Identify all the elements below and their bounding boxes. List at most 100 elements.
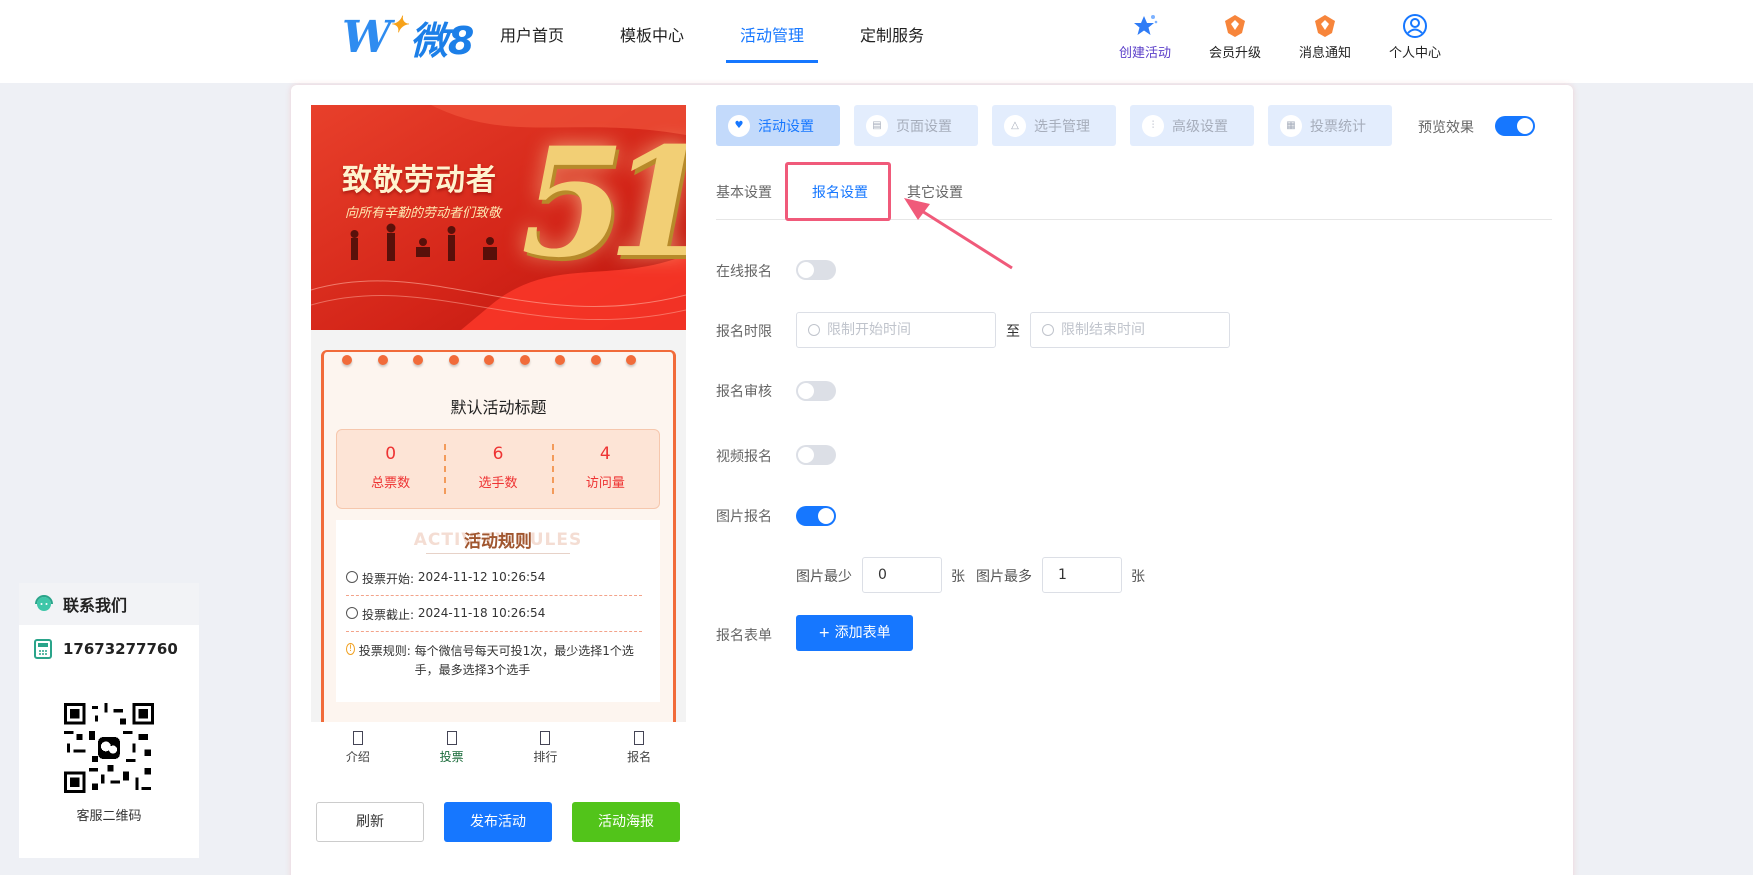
top-header: W✦ 微8 用户首页 模板中心 活动管理 定制服务 创建活动 会员升级 消息通知 xyxy=(0,0,1753,83)
member-upgrade-label: 会员升级 xyxy=(1208,46,1261,61)
vote-end-value: 2024-11-18 10:26:54 xyxy=(417,606,546,620)
end-time-placeholder: 限制结束时间 xyxy=(1061,322,1145,338)
video-signup-toggle[interactable] xyxy=(796,445,836,465)
notify-badge-icon xyxy=(1280,12,1370,40)
rules-title: 活动规则 xyxy=(464,532,532,552)
tab-vote-statistics[interactable]: ▦ 投票统计 xyxy=(1268,105,1392,146)
preview-tab-vote[interactable]: 投票 xyxy=(405,722,499,772)
chart-icon: ▦ xyxy=(1280,114,1302,137)
tab-contestant-management[interactable]: △ 选手管理 xyxy=(992,105,1116,146)
video-signup-label: 视频报名 xyxy=(716,449,772,465)
signup-time-limit-label: 报名时限 xyxy=(716,324,772,340)
clock-icon xyxy=(346,607,358,619)
qr-code-label: 客服二维码 xyxy=(76,809,142,824)
page-icon xyxy=(352,731,363,745)
star-sparkle-icon xyxy=(1100,12,1190,40)
create-activity-button[interactable]: 创建活动 xyxy=(1100,12,1190,61)
banner-title: 致敬劳动者 xyxy=(342,163,497,198)
page-icon xyxy=(634,731,645,745)
tab-advanced-settings[interactable]: ⫶ 高级设置 xyxy=(1130,105,1254,146)
vote-start-label: 投票开始: xyxy=(362,572,415,586)
nav-custom-service[interactable]: 定制服务 xyxy=(860,0,924,63)
contact-phone-number: 17673277760 xyxy=(63,640,178,658)
start-time-placeholder: 限制开始时间 xyxy=(827,322,911,338)
logo-w-mark: W✦ xyxy=(342,11,408,63)
refresh-button[interactable]: 刷新 xyxy=(316,802,424,842)
image-max-input[interactable]: 1 xyxy=(1042,557,1122,593)
member-upgrade-button[interactable]: 会员升级 xyxy=(1190,12,1280,61)
preview-tab-bar: 介绍 投票 排行 报名 xyxy=(311,722,686,772)
main-nav: 用户首页 模板中心 活动管理 定制服务 xyxy=(500,0,980,83)
signup-start-time-input[interactable]: 限制开始时间 xyxy=(796,312,996,348)
stat-label: 访问量 xyxy=(585,476,625,491)
signup-end-time-input[interactable]: 限制结束时间 xyxy=(1030,312,1230,348)
publish-activity-button[interactable]: 发布活动 xyxy=(444,802,552,842)
rules-divider xyxy=(426,553,570,554)
clock-icon xyxy=(1042,324,1054,336)
activity-title: 默认活动标题 xyxy=(450,398,547,417)
add-form-button[interactable]: + 添加表单 xyxy=(796,615,913,651)
preview-tab-label: 投票 xyxy=(439,750,464,764)
signup-review-label: 报名审核 xyxy=(716,384,772,400)
clock-icon xyxy=(808,324,820,336)
stats-box: 0 总票数 6 选手数 4 访问量 xyxy=(336,429,660,509)
subtab-basic-settings[interactable]: 基本设置 xyxy=(716,182,772,202)
clock-icon xyxy=(346,571,358,583)
vote-rule-row: ! 投票规则: 每个微信号每天可投1次，最少选择1个选手，最多选择3个选手 xyxy=(346,642,642,680)
image-min-input[interactable]: 0 xyxy=(862,557,942,593)
personal-center-label: 个人中心 xyxy=(1388,46,1441,61)
customer-service-icon xyxy=(35,595,53,611)
preview-tab-intro[interactable]: 介绍 xyxy=(311,722,405,772)
page-icon xyxy=(540,731,551,745)
stat-total-votes: 0 总票数 xyxy=(337,430,444,508)
signup-form-label: 报名表单 xyxy=(716,628,772,644)
qr-code-image xyxy=(64,703,154,793)
stat-visits: 4 访问量 xyxy=(551,430,659,508)
personal-center-button[interactable]: 个人中心 xyxy=(1370,12,1460,61)
nav-template-center[interactable]: 模板中心 xyxy=(620,0,684,63)
preview-effect-toggle[interactable] xyxy=(1495,116,1535,136)
tab-activity-settings[interactable]: ♥ 活动设置 xyxy=(716,105,840,146)
tab-label: 页面设置 xyxy=(896,118,952,135)
header-actions: 创建活动 会员升级 消息通知 个人中心 xyxy=(1100,12,1460,61)
contact-widget: 联系我们 17673277760 客服二维码 xyxy=(19,583,199,858)
logo[interactable]: W✦ 微8 xyxy=(342,11,474,63)
preview-tab-rank[interactable]: 排行 xyxy=(499,722,593,772)
image-min-unit: 张 xyxy=(951,569,965,585)
activity-banner: 致敬劳动者 向所有辛勤的劳动者们致敬 51 xyxy=(311,105,686,330)
preview-tab-label: 报名 xyxy=(627,750,652,764)
rules-box: ACTIVITY RULES 活动规则 投票开始: 2024-11-12 10:… xyxy=(336,520,660,702)
preview-tab-label: 介绍 xyxy=(345,750,370,764)
signup-review-toggle[interactable] xyxy=(796,381,836,401)
tab-label: 选手管理 xyxy=(1034,118,1090,135)
page-icon: ▤ xyxy=(866,114,888,137)
notification-button[interactable]: 消息通知 xyxy=(1280,12,1370,61)
nav-user-home[interactable]: 用户首页 xyxy=(500,0,564,63)
tab-label: 高级设置 xyxy=(1172,118,1228,135)
preview-tab-signup[interactable]: 报名 xyxy=(592,722,686,772)
nav-activity-management[interactable]: 活动管理 xyxy=(726,0,819,63)
preview-effect-label: 预览效果 xyxy=(1418,120,1474,136)
online-signup-toggle[interactable] xyxy=(796,260,836,280)
time-range-separator: 至 xyxy=(1006,324,1020,340)
preview-tab-label: 排行 xyxy=(533,750,558,764)
create-activity-label: 创建活动 xyxy=(1118,46,1171,61)
contact-phone-row: 17673277760 xyxy=(19,639,199,659)
vote-rule-label: 投票规则: xyxy=(358,644,411,658)
heart-icon: ♥ xyxy=(728,114,750,137)
image-signup-toggle[interactable] xyxy=(796,506,836,526)
stat-label: 选手数 xyxy=(478,476,518,491)
stat-value: 4 xyxy=(599,444,611,464)
vote-rule-value: 每个微信号每天可投1次，最少选择1个选手，最多选择3个选手 xyxy=(414,644,634,677)
page-icon xyxy=(446,731,457,745)
stat-value: 6 xyxy=(492,444,504,464)
contact-header: 联系我们 xyxy=(19,583,199,625)
image-max-label: 图片最多 xyxy=(976,569,1032,585)
stat-label: 总票数 xyxy=(371,476,411,491)
activity-poster-button[interactable]: 活动海报 xyxy=(572,802,680,842)
activity-card: 默认活动标题 0 总票数 6 选手数 4 访问量 ACTIVITY RULES … xyxy=(321,350,676,725)
contact-title: 联系我们 xyxy=(63,596,128,615)
tab-label: 投票统计 xyxy=(1310,118,1366,135)
tab-page-settings[interactable]: ▤ 页面设置 xyxy=(854,105,978,146)
online-signup-label: 在线报名 xyxy=(716,264,772,280)
